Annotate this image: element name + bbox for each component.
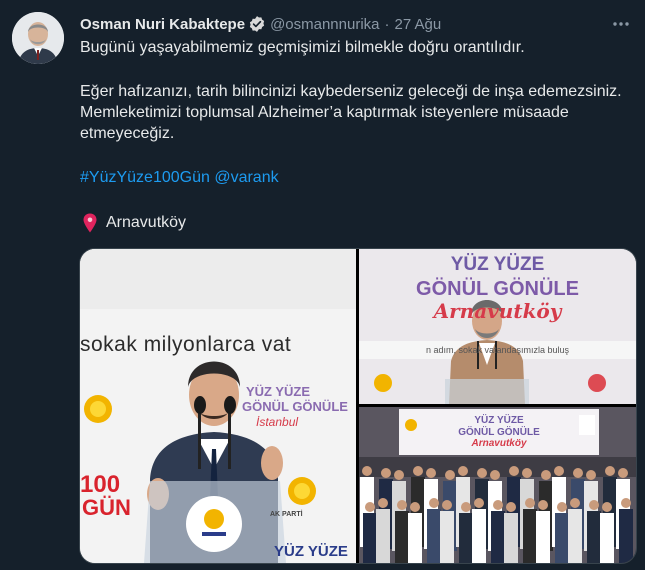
tr-strip-text: n adım, sokak vatandaşımızla buluş <box>425 345 570 355</box>
more-dots-icon[interactable] <box>611 14 631 34</box>
tweet-timestamp[interactable]: 27 Ağu <box>395 16 442 33</box>
left-logo-line3: İstanbul <box>256 415 299 429</box>
tweet-body: Bugünü yaşayabilmemiz geçmişimizi bilmek… <box>80 37 628 233</box>
left-logo-line1: YÜZ YÜZE <box>246 384 311 399</box>
tr-line1: YÜZ YÜZE <box>450 254 545 275</box>
tweet-header: Osman Nuri Kabaktepe @osmannnurika · 27 … <box>80 13 633 35</box>
tweet-location[interactable]: Arnavutköy <box>80 212 628 233</box>
left-gun: GÜN <box>82 495 131 520</box>
mention-link[interactable]: @varank <box>214 169 278 186</box>
tweet-text-line: etmeyeceğiz. <box>80 125 175 142</box>
tweet[interactable]: Osman Nuri Kabaktepe @osmannnurika · 27 … <box>0 0 645 570</box>
left-bottom-text: YÜZ YÜZE <box>274 543 348 560</box>
author-name[interactable]: Osman Nuri Kabaktepe <box>80 16 245 33</box>
left-banner-text: sokak milyonlarca vat <box>80 333 292 356</box>
avatar-image <box>12 12 64 64</box>
author-handle[interactable]: @osmannnurika <box>270 16 379 33</box>
media-photo-left[interactable]: sokak milyonlarca vat YÜZ YÜZE GÖNÜL GÖN… <box>80 249 356 563</box>
left-logo-line2: GÖNÜL GÖNÜLE <box>242 399 348 414</box>
media-photo-bottom-right[interactable]: YÜZ YÜZE GÖNÜL GÖNÜLE Arnavutköy <box>359 407 636 563</box>
header-separator: · <box>384 15 390 33</box>
tweet-text-line: Eğer hafızanızı, tarih bilincinizi kaybe… <box>80 83 622 100</box>
hashtag-link[interactable]: #YüzYüze100Gün <box>80 169 210 186</box>
tr-line3: Arnavutköy <box>433 299 562 323</box>
verified-badge-icon <box>249 16 265 32</box>
author-avatar[interactable] <box>12 12 64 64</box>
tweet-media-grid: sokak milyonlarca vat YÜZ YÜZE GÖNÜL GÖN… <box>79 248 637 564</box>
br-line3: Arnavutköy <box>471 438 527 449</box>
tweet-links: #YüzYüze100Gün @varank <box>80 167 628 188</box>
location-name: Arnavutköy <box>106 214 187 231</box>
left-party-label: AK PARTİ <box>270 511 303 518</box>
br-line2: GÖNÜL GÖNÜLE <box>458 427 540 438</box>
br-line1: YÜZ YÜZE <box>474 415 524 426</box>
tweet-text-line: Bugünü yaşayabilmemiz geçmişimizi bilmek… <box>80 39 525 56</box>
tr-line2: GÖNÜL GÖNÜLE <box>416 278 579 300</box>
tweet-text-line: Memleketimizi toplumsal Alzheimer’a kapt… <box>80 104 569 121</box>
location-pin-icon <box>83 213 97 232</box>
media-photo-top-right[interactable]: YÜZ YÜZE GÖNÜL GÖNÜLE Arnavutköy n adım,… <box>359 249 636 404</box>
